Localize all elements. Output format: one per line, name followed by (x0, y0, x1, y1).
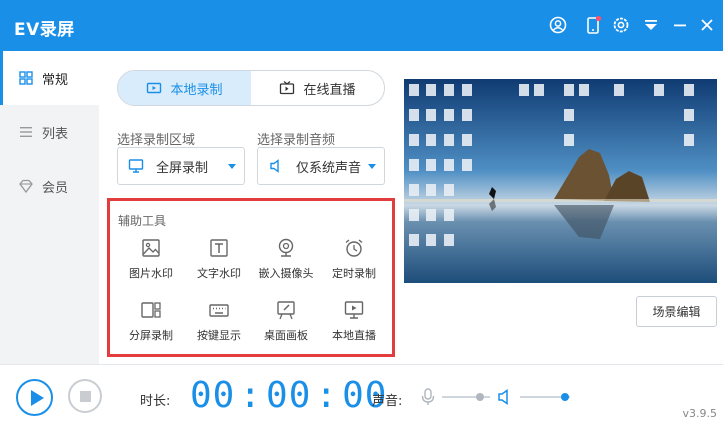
sidebar-item-label: 列表 (42, 126, 69, 142)
tab-local-record[interactable]: 本地录制 (118, 71, 251, 105)
tool-label: 按键显示 (197, 329, 241, 342)
tools-title: 辅助工具 (118, 214, 167, 228)
tool-label: 定时录制 (332, 267, 376, 280)
chevron-down-icon (368, 164, 376, 169)
timer-separator: : (315, 375, 339, 416)
sidebar-item-label: 会员 (42, 180, 69, 196)
settings-icon[interactable] (611, 15, 631, 35)
tv-icon (279, 80, 295, 96)
webcam-icon (275, 237, 297, 259)
sidebar-item-general[interactable]: 常规 (0, 51, 99, 105)
sidebar-item-label: 常规 (42, 72, 69, 88)
mic-volume-knob[interactable] (476, 393, 484, 401)
record-audio-label: 选择录制音频 (257, 133, 336, 148)
record-audio-value: 仅系统声音 (296, 160, 362, 176)
split-screen-icon (140, 299, 162, 321)
tool-label: 嵌入摄像头 (258, 267, 314, 280)
sound-label: 声音: (372, 394, 403, 409)
sidebar-item-list[interactable]: 列表 (0, 105, 99, 159)
dropdown-menu-icon[interactable] (641, 15, 661, 35)
diamond-icon (18, 178, 34, 194)
timer-separator: : (239, 375, 263, 416)
timer-hours: 00 (190, 375, 236, 416)
close-icon[interactable] (697, 15, 717, 35)
tool-text-watermark[interactable]: 文字水印 (186, 237, 252, 281)
speaker-volume-slider[interactable] (520, 393, 570, 401)
monitor-play-icon (343, 299, 365, 321)
record-area-value: 全屏录制 (156, 160, 209, 176)
tool-embed-webcam[interactable]: 嵌入摄像头 (253, 237, 319, 281)
record-audio-select[interactable]: 仅系统声音 (257, 147, 385, 185)
phone-icon[interactable] (583, 15, 603, 35)
tool-image-watermark[interactable]: 图片水印 (118, 237, 184, 281)
tool-timed-record[interactable]: 定时录制 (321, 237, 387, 281)
tab-live-stream[interactable]: 在线直播 (251, 71, 384, 105)
sidebar: 常规 列表 会员 (0, 51, 99, 364)
mic-volume-slider[interactable] (442, 393, 490, 401)
app-title: EV录屏 (14, 20, 75, 40)
screen-preview (404, 79, 717, 283)
tool-local-live[interactable]: 本地直播 (321, 299, 387, 343)
duration-label: 时长: (140, 394, 171, 409)
minimize-icon[interactable] (670, 15, 690, 35)
microphone-icon[interactable] (420, 388, 436, 406)
tool-drawing-board[interactable]: 桌面画板 (253, 299, 319, 343)
tool-key-display[interactable]: 按键显示 (186, 299, 252, 343)
play-button[interactable] (16, 379, 53, 416)
image-icon (140, 237, 162, 259)
speaker-volume-knob[interactable] (561, 393, 569, 401)
record-area-label: 选择录制区域 (117, 133, 196, 148)
record-area-select[interactable]: 全屏录制 (117, 147, 245, 185)
tools-panel: 辅助工具 图片水印 文字水印 嵌入摄像头 定时录制 分屏录制 按键显示 桌面画板… (107, 198, 395, 357)
play-icon (31, 390, 44, 406)
tool-label: 桌面画板 (264, 329, 308, 342)
timer-minutes: 00 (266, 375, 312, 416)
sidebar-item-member[interactable]: 会员 (0, 159, 99, 213)
tool-label: 文字水印 (197, 267, 241, 280)
tool-label: 图片水印 (129, 267, 173, 280)
monitor-icon (128, 158, 144, 174)
tab-label: 在线直播 (303, 82, 356, 98)
version-label: v3.9.5 (682, 407, 718, 420)
stop-icon (80, 391, 91, 402)
speaker-icon (268, 158, 284, 174)
tool-label: 本地直播 (332, 329, 376, 342)
keyboard-icon (208, 299, 230, 321)
tool-split-screen[interactable]: 分屏录制 (118, 299, 184, 343)
mode-tabs: 本地录制 在线直播 (117, 70, 385, 106)
bottom-bar: 时长: 00 : 00 : 00 声音: v3.9.5 (0, 364, 723, 429)
chevron-down-icon (228, 164, 236, 169)
tool-label: 分屏录制 (129, 329, 173, 342)
scene-edit-button[interactable]: 场景编辑 (636, 296, 717, 327)
list-icon (18, 124, 34, 140)
tab-label: 本地录制 (170, 82, 223, 98)
user-icon[interactable] (548, 15, 568, 35)
text-icon (208, 237, 230, 259)
grid-icon (18, 70, 34, 86)
main-panel: 本地录制 在线直播 选择录制区域 全屏录制 选择录制音频 仅系统声音 辅助工具 (99, 51, 723, 364)
alarm-clock-icon (343, 237, 365, 259)
stop-button[interactable] (68, 379, 102, 413)
speaker-volume-icon[interactable] (497, 388, 513, 406)
drawing-board-icon (275, 299, 297, 321)
title-bar: EV录屏 (0, 0, 723, 51)
video-icon (146, 80, 162, 96)
record-timer: 00 : 00 : 00 (190, 377, 387, 415)
